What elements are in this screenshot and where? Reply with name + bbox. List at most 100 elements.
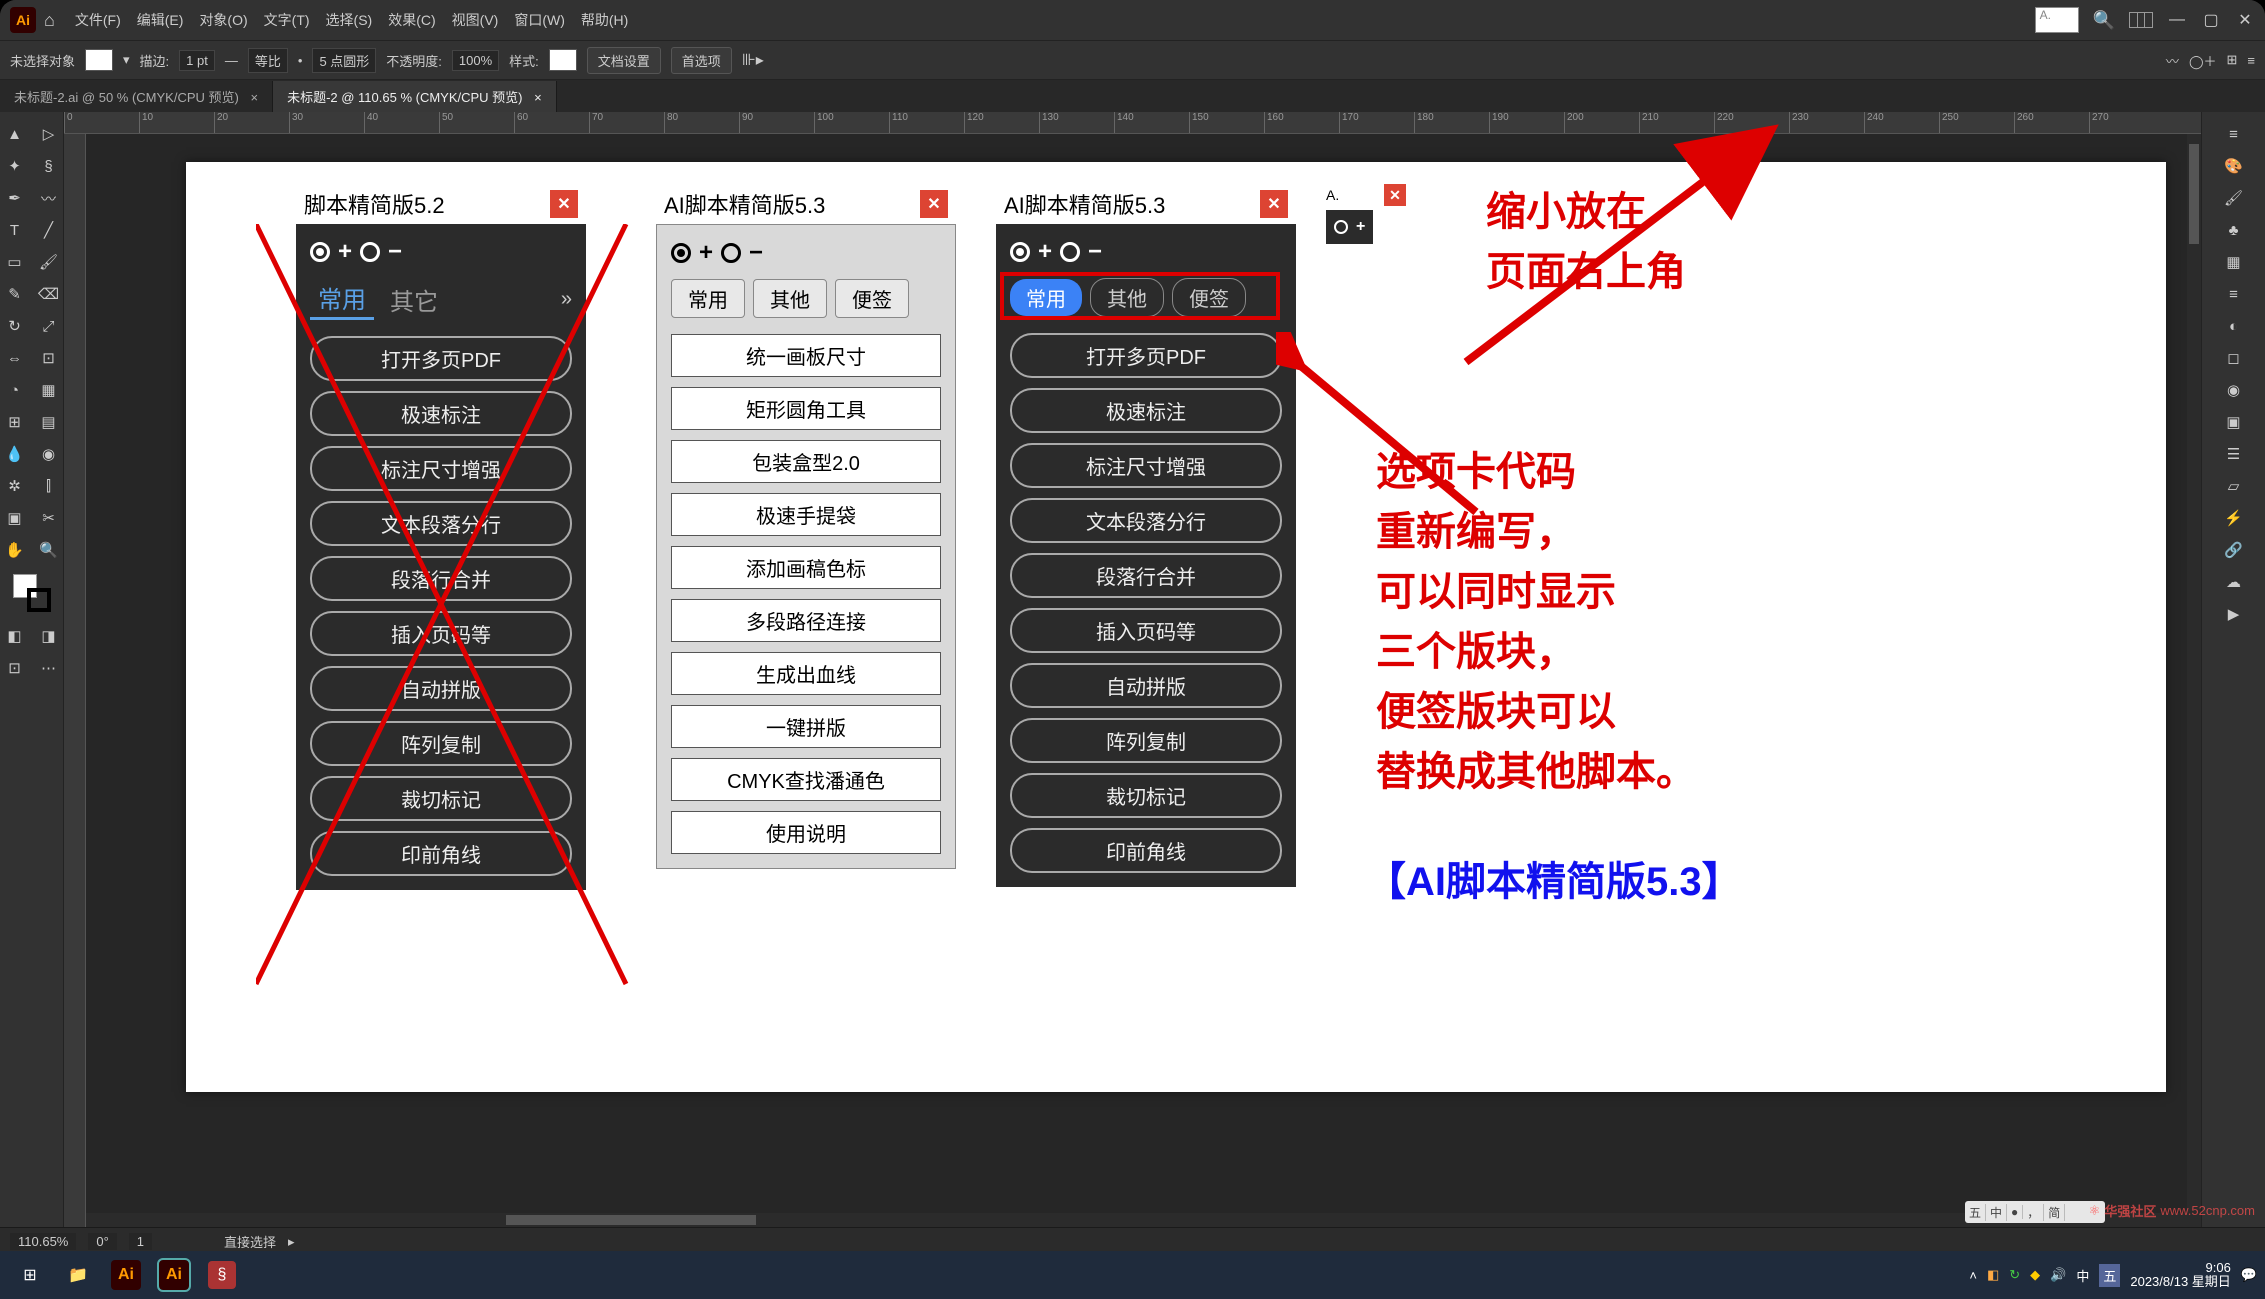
menu-view[interactable]: 视图(V) (452, 10, 499, 30)
layers-icon[interactable]: ☰ (2221, 441, 2247, 467)
script-item-button[interactable]: 裁切标记 (310, 776, 572, 821)
menu-edit[interactable]: 编辑(E) (137, 10, 184, 30)
shape-builder-icon[interactable]: ◔ (2, 377, 28, 403)
script-item-button[interactable]: 标注尺寸增强 (310, 446, 572, 491)
screen-mode-icon[interactable]: ⊡ (2, 655, 28, 681)
script-item-button[interactable]: 段落行合并 (1010, 553, 1282, 598)
panel-collapse-icon[interactable]: ⊞ (2227, 52, 2238, 68)
ai-taskbar-icon-1[interactable]: Ai (104, 1255, 148, 1295)
tray-volume-icon[interactable]: 🔊 (2050, 1267, 2066, 1283)
direct-selection-tool-icon[interactable]: ▷ (36, 121, 62, 147)
app-taskbar-icon[interactable]: § (200, 1255, 244, 1295)
brush-dropdown[interactable]: 5 点圆形 (312, 48, 376, 73)
script-item-button[interactable]: 一键拼版 (671, 705, 941, 748)
doc-setup-button[interactable]: 文档设置 (587, 47, 661, 74)
script-item-button[interactable]: 文本段落分行 (310, 501, 572, 546)
menu-help[interactable]: 帮助(H) (581, 10, 628, 30)
links-panel-icon[interactable]: 🔗 (2221, 537, 2247, 563)
rectangle-tool-icon[interactable]: ▭ (2, 249, 28, 275)
search-icon[interactable]: 🔍 (2093, 10, 2115, 31)
properties-icon[interactable]: ≡ (2221, 121, 2247, 147)
stroke-panel-icon[interactable]: ≡ (2221, 281, 2247, 307)
menu-select[interactable]: 选择(S) (326, 10, 373, 30)
scrollbar-horizontal[interactable] (86, 1213, 2201, 1227)
edit-toolbar-icon[interactable]: ⋯ (36, 655, 62, 681)
selection-tool-icon[interactable]: ▲ (2, 121, 28, 147)
close-tab-icon[interactable]: × (534, 90, 542, 105)
eyedropper-tool-icon[interactable]: 💧 (2, 441, 28, 467)
shaper-tool-icon[interactable]: ✎ (2, 281, 28, 307)
actions-icon[interactable]: ⚡ (2221, 505, 2247, 531)
gradient-tool-icon[interactable]: ▤ (36, 409, 62, 435)
pen-tool-icon[interactable]: ✒ (2, 185, 28, 211)
rotate-tool-icon[interactable]: ↻ (2, 313, 28, 339)
scale-tool-icon[interactable]: ⤢ (36, 313, 62, 339)
stroke-width-dropdown[interactable]: 1 pt (179, 50, 215, 71)
radio-row[interactable]: + − (310, 238, 572, 266)
slice-tool-icon[interactable]: ✂ (36, 505, 62, 531)
graphic-styles-icon[interactable]: ▣ (2221, 409, 2247, 435)
fill-stroke-swatch[interactable] (13, 574, 51, 612)
mesh-tool-icon[interactable]: ⊞ (2, 409, 28, 435)
script-item-button[interactable]: 打开多页PDF (310, 336, 572, 381)
script-item-button[interactable]: 使用说明 (671, 811, 941, 854)
script-item-button[interactable]: 包装盒型2.0 (671, 440, 941, 483)
curvature-tool-icon[interactable]: 〰 (36, 185, 62, 211)
transparency-icon[interactable]: ◻ (2221, 345, 2247, 371)
script-item-button[interactable]: 插入页码等 (1010, 608, 1282, 653)
script-item-button[interactable]: 段落行合并 (310, 556, 572, 601)
type-tool-icon[interactable]: T (2, 217, 28, 243)
script-item-button[interactable]: 多段路径连接 (671, 599, 941, 642)
graph-tool-icon[interactable]: ⫿ (36, 473, 62, 499)
close-icon[interactable]: ✕ (2235, 10, 2255, 30)
script-item-button[interactable]: 极速标注 (310, 391, 572, 436)
lasso-tool-icon[interactable]: § (36, 153, 62, 179)
blend-tool-icon[interactable]: ◉ (36, 441, 62, 467)
hand-tool-icon[interactable]: ✋ (2, 537, 28, 563)
script-item-button[interactable]: 极速标注 (1010, 388, 1282, 433)
free-transform-icon[interactable]: ⊡ (36, 345, 62, 371)
panel-menu-icon[interactable]: ≡ (2247, 53, 2255, 68)
brush-tool-icon[interactable]: 🖌 (36, 249, 62, 275)
menu-file[interactable]: 文件(F) (75, 10, 121, 30)
tab-notes[interactable]: 便签 (835, 279, 909, 318)
script-item-button[interactable]: 极速手提袋 (671, 493, 941, 536)
play-icon[interactable]: ▶ (2221, 601, 2247, 627)
zoom-field[interactable]: 110.65% (10, 1233, 76, 1250)
canvas-area[interactable]: 0102030405060708090100110120130140150160… (64, 112, 2201, 1227)
fill-swatch[interactable] (85, 49, 113, 71)
script-item-button[interactable]: 生成出血线 (671, 652, 941, 695)
doc-tab-1[interactable]: 未标题-2.ai @ 50 % (CMYK/CPU 预览) × (0, 81, 273, 112)
color-panel-icon[interactable]: 🎨 (2221, 153, 2247, 179)
close-tab-icon[interactable]: × (250, 90, 258, 105)
align-icon[interactable]: ⊪▸ (742, 50, 764, 70)
scrollbar-vertical[interactable] (2187, 134, 2201, 1227)
close-icon[interactable]: ✕ (1384, 184, 1406, 206)
maximize-icon[interactable]: ▢ (2201, 10, 2221, 30)
start-button[interactable]: ⊞ (8, 1255, 52, 1295)
ime-float-panel[interactable]: 五中●，简 (1965, 1201, 2105, 1223)
script-item-button[interactable]: 插入页码等 (310, 611, 572, 656)
script-item-button[interactable]: 印前角线 (1010, 828, 1282, 873)
menu-text[interactable]: 文字(T) (264, 10, 310, 30)
radio-row[interactable]: + (1334, 218, 1365, 236)
artboard-nav[interactable]: 1 (129, 1233, 152, 1250)
gradient-mode-icon[interactable]: ◨ (36, 623, 62, 649)
graph-icon[interactable]: 〰 (2166, 51, 2179, 70)
close-icon[interactable]: ✕ (920, 190, 948, 218)
workspace-layout-icon[interactable] (2129, 12, 2153, 28)
zoom-tool-icon[interactable]: 🔍 (36, 537, 62, 563)
tray-chevron-icon[interactable]: ˄ (1969, 1268, 1977, 1283)
menu-window[interactable]: 窗口(W) (514, 10, 565, 30)
rotate-field[interactable]: 0° (88, 1233, 116, 1250)
swatches-icon[interactable]: ▦ (2221, 249, 2247, 275)
style-swatch[interactable] (549, 49, 577, 71)
script-item-button[interactable]: 标注尺寸增强 (1010, 443, 1282, 488)
tab-other[interactable]: 其他 (753, 279, 827, 318)
radio-row[interactable]: + − (671, 239, 941, 267)
perspective-grid-icon[interactable]: ▦ (36, 377, 62, 403)
script-item-button[interactable]: 矩形圆角工具 (671, 387, 941, 430)
tray-shield-icon[interactable]: ◆ (2030, 1267, 2040, 1283)
uniform-dropdown[interactable]: 等比 (248, 48, 288, 73)
minimized-script-panel-top[interactable] (2035, 7, 2079, 33)
